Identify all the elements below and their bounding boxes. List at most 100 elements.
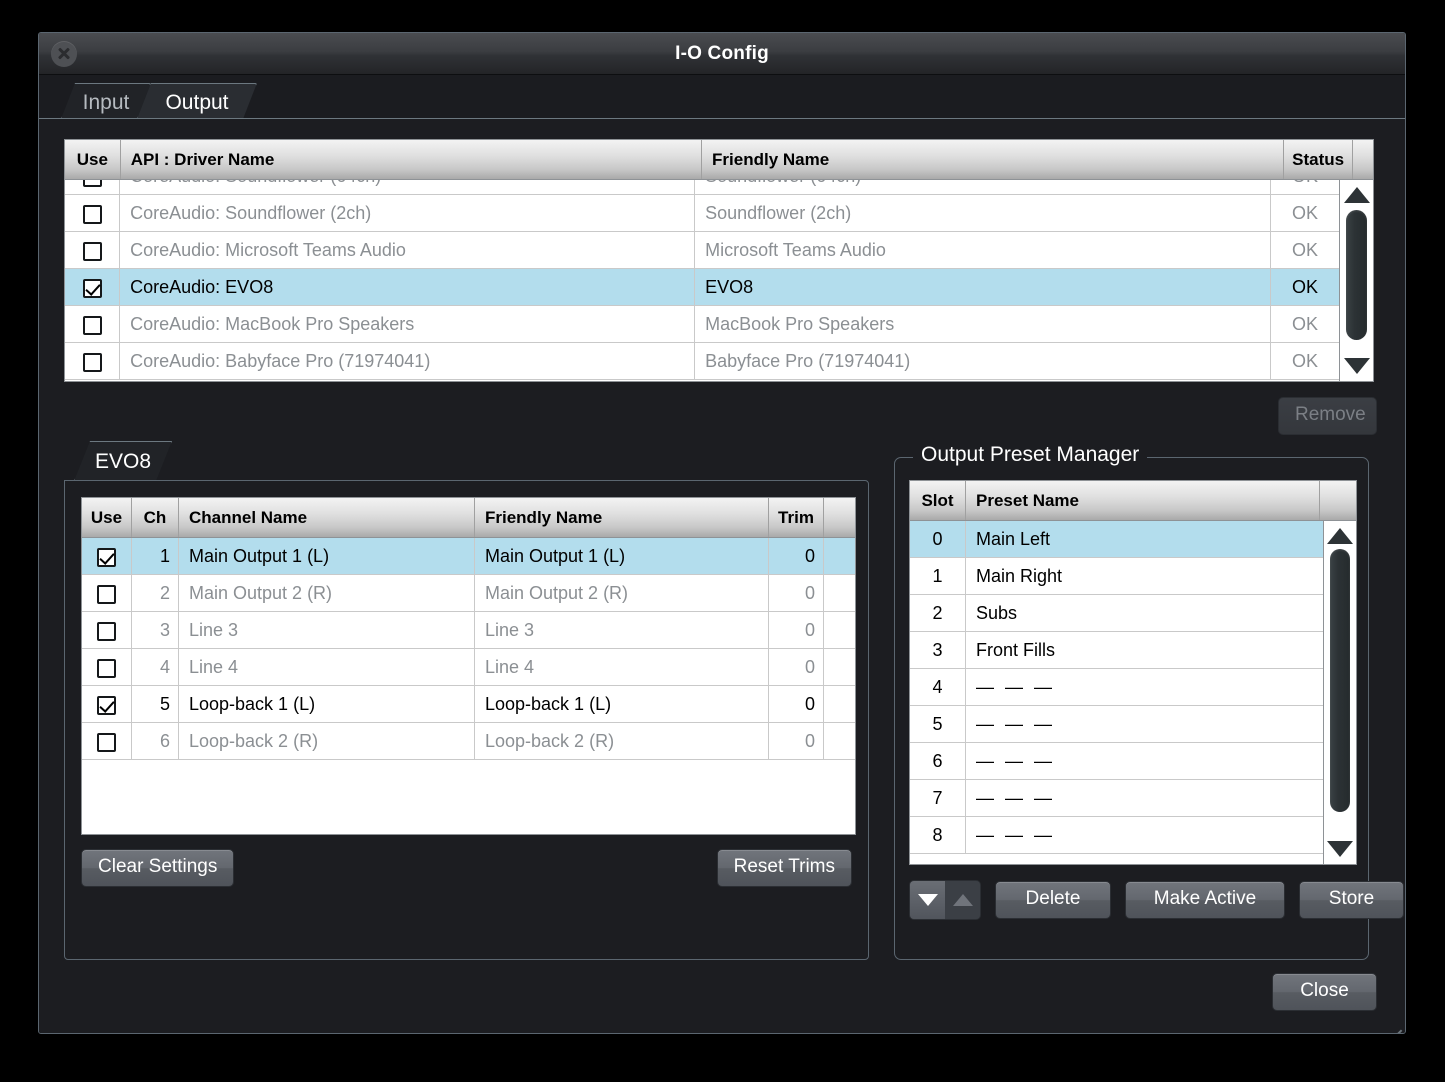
cell-friendly: Soundflower (64ch) [695, 180, 1272, 194]
device-table-viewport: CoreAudio: Soundflower (64ch) Soundflowe… [65, 180, 1339, 381]
table-row[interactable]: CoreAudio: Soundflower (2ch) Soundflower… [65, 195, 1339, 232]
cell-preset-name[interactable]: Main Right [966, 558, 1323, 594]
table-row[interactable]: CoreAudio: MacBook Pro Speakers MacBook … [65, 306, 1339, 343]
clear-settings-button[interactable]: Clear Settings [81, 849, 235, 887]
cell-friendly-name[interactable]: Main Output 2 (R) [475, 575, 769, 611]
remove-button[interactable]: Remove [1278, 397, 1377, 435]
cell-trim[interactable]: 0 [769, 723, 824, 759]
cell-friendly: EVO8 [695, 269, 1272, 305]
cell-preset-name-empty[interactable]: — — — [966, 817, 1323, 853]
cell-ch: 2 [132, 575, 179, 611]
delete-preset-button[interactable]: Delete [995, 881, 1111, 919]
cell-trim[interactable]: 0 [769, 575, 824, 611]
subtab-evo8[interactable]: EVO8 [74, 441, 172, 481]
cell-spacer [824, 612, 855, 648]
column-header-use[interactable]: Use [82, 498, 132, 537]
cell-trim[interactable]: 0 [769, 649, 824, 685]
column-header-friendly-name[interactable]: Friendly Name [475, 498, 769, 537]
close-dialog-button[interactable]: Close [1272, 973, 1377, 1011]
resize-grip-icon[interactable] [1379, 1007, 1403, 1033]
table-row[interactable]: 2 Main Output 2 (R) Main Output 2 (R) 0 [82, 575, 855, 612]
row-use-checkbox[interactable] [82, 204, 102, 224]
column-header-preset-name[interactable]: Preset Name [966, 481, 1320, 520]
cell-preset-name-empty[interactable]: — — — [966, 780, 1323, 816]
cell-driver: CoreAudio: Soundflower (2ch) [120, 195, 696, 231]
row-use-checkbox[interactable] [97, 547, 116, 567]
column-header-channel-name[interactable]: Channel Name [179, 498, 475, 537]
column-header-friendly[interactable]: Friendly Name [702, 140, 1285, 179]
scrollbar-thumb[interactable] [1330, 549, 1350, 812]
scroll-up-arrow-icon[interactable] [1343, 187, 1370, 203]
table-row[interactable]: CoreAudio: Soundflower (64ch) Soundflowe… [65, 180, 1339, 195]
row-use-checkbox[interactable] [82, 278, 102, 298]
row-use-checkbox[interactable] [82, 241, 102, 261]
table-row-selected[interactable]: CoreAudio: EVO8 EVO8 OK [65, 269, 1339, 306]
table-row[interactable]: CoreAudio: Microsoft Teams Audio Microso… [65, 232, 1339, 269]
tab-output[interactable]: Output [137, 83, 257, 119]
cell-friendly-name[interactable]: Loop-back 1 (L) [475, 686, 769, 722]
preset-move-up-button[interactable] [945, 881, 980, 919]
cell-friendly-name[interactable]: Line 3 [475, 612, 769, 648]
column-header-status[interactable]: Status [1284, 140, 1353, 179]
scrollbar-thumb[interactable] [1346, 210, 1367, 340]
store-preset-button[interactable]: Store [1299, 881, 1404, 919]
column-header-ch[interactable]: Ch [132, 498, 179, 537]
table-row[interactable]: 2 Subs [910, 595, 1323, 632]
cell-channel-name[interactable]: Line 3 [179, 612, 475, 648]
cell-channel-name[interactable]: Main Output 2 (R) [179, 575, 475, 611]
table-row[interactable]: 5 Loop-back 1 (L) Loop-back 1 (L) 0 [82, 686, 855, 723]
table-row-selected[interactable]: 1 Main Output 1 (L) Main Output 1 (L) 0 [82, 538, 855, 575]
cell-channel-name[interactable]: Loop-back 2 (R) [179, 723, 475, 759]
scrollbar-track[interactable] [1324, 547, 1356, 838]
table-row[interactable]: 3 Line 3 Line 3 0 [82, 612, 855, 649]
row-use-checkbox[interactable] [82, 352, 102, 372]
cell-preset-name-empty[interactable]: — — — [966, 669, 1323, 705]
cell-preset-name-empty[interactable]: — — — [966, 743, 1323, 779]
cell-trim[interactable]: 0 [769, 686, 824, 722]
scrollbar-track[interactable] [1340, 206, 1373, 355]
cell-channel-name[interactable]: Main Output 1 (L) [179, 538, 475, 574]
cell-preset-name[interactable]: Main Left [966, 521, 1323, 557]
table-row[interactable]: CoreAudio: Babyface Pro (71974041) Babyf… [65, 343, 1339, 380]
cell-channel-name[interactable]: Loop-back 1 (L) [179, 686, 475, 722]
table-row[interactable]: 8 — — — [910, 817, 1323, 854]
preset-table-scrollbar[interactable] [1323, 521, 1356, 864]
row-use-checkbox[interactable] [97, 732, 116, 752]
row-use-checkbox[interactable] [97, 658, 116, 678]
reset-trims-button[interactable]: Reset Trims [716, 849, 852, 887]
device-table-scrollbar[interactable] [1339, 180, 1373, 381]
scroll-up-arrow-icon[interactable] [1327, 528, 1353, 544]
table-row[interactable]: 5 — — — [910, 706, 1323, 743]
cell-trim[interactable]: 0 [769, 612, 824, 648]
table-row[interactable]: 4 Line 4 Line 4 0 [82, 649, 855, 686]
cell-friendly-name[interactable]: Main Output 1 (L) [475, 538, 769, 574]
cell-preset-name-empty[interactable]: — — — [966, 706, 1323, 742]
table-row[interactable]: 3 Front Fills [910, 632, 1323, 669]
table-row[interactable]: 6 — — — [910, 743, 1323, 780]
scroll-down-arrow-icon[interactable] [1343, 358, 1370, 374]
table-row[interactable]: 1 Main Right [910, 558, 1323, 595]
cell-friendly-name[interactable]: Line 4 [475, 649, 769, 685]
table-row[interactable]: 6 Loop-back 2 (R) Loop-back 2 (R) 0 [82, 723, 855, 760]
tab-input[interactable]: Input [61, 83, 151, 119]
cell-friendly-name[interactable]: Loop-back 2 (R) [475, 723, 769, 759]
cell-preset-name[interactable]: Front Fills [966, 632, 1323, 668]
column-header-slot[interactable]: Slot [910, 481, 966, 520]
table-row[interactable]: 4 — — — [910, 669, 1323, 706]
preset-move-down-button[interactable] [910, 881, 945, 919]
column-header-use[interactable]: Use [65, 140, 121, 179]
cell-trim[interactable]: 0 [769, 538, 824, 574]
row-use-checkbox[interactable] [97, 584, 116, 604]
column-header-driver[interactable]: API : Driver Name [121, 140, 703, 179]
cell-preset-name[interactable]: Subs [966, 595, 1323, 631]
table-row-selected[interactable]: 0 Main Left [910, 521, 1323, 558]
column-header-trim[interactable]: Trim [769, 498, 824, 537]
make-active-button[interactable]: Make Active [1125, 881, 1285, 919]
row-use-checkbox[interactable] [82, 315, 102, 335]
row-use-checkbox[interactable] [97, 695, 116, 715]
table-row[interactable]: 7 — — — [910, 780, 1323, 817]
cell-channel-name[interactable]: Line 4 [179, 649, 475, 685]
row-use-checkbox[interactable] [82, 180, 102, 187]
row-use-checkbox[interactable] [97, 621, 116, 641]
scroll-down-arrow-icon[interactable] [1327, 841, 1353, 857]
